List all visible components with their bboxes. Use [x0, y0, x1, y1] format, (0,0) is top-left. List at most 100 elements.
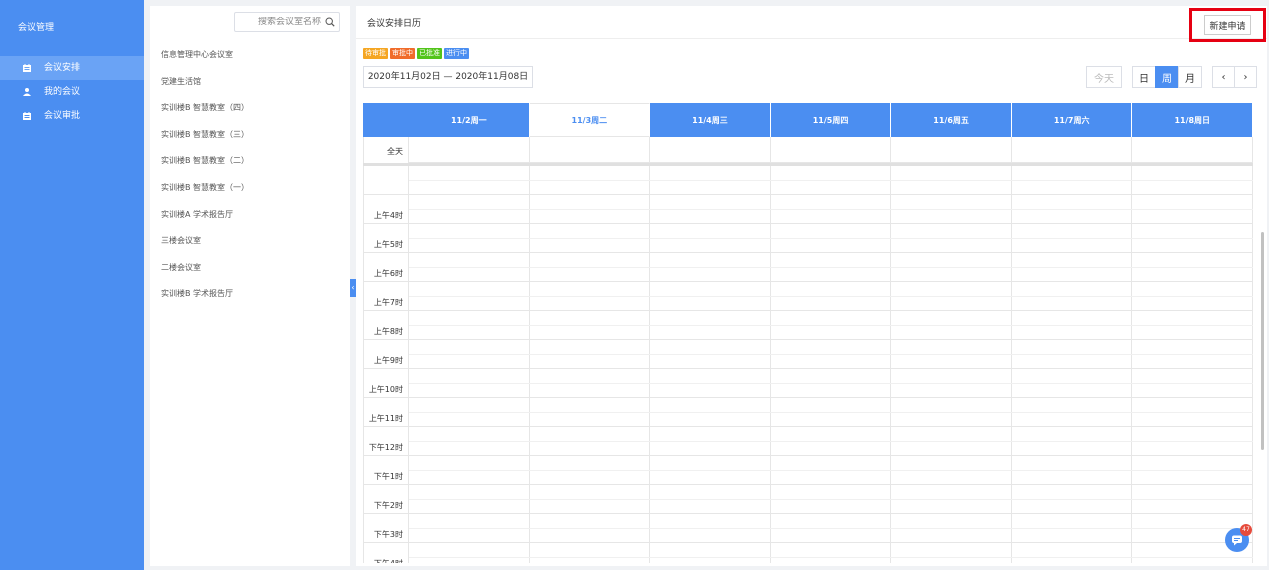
day-header-today: 11/3周二 [529, 103, 651, 137]
all-day-cell[interactable] [891, 137, 1012, 163]
half-hour-line [409, 441, 1253, 442]
date-range: 2020年11月02日 — 2020年11月08日 [363, 66, 533, 88]
chat-badge: 47 [1240, 524, 1252, 536]
time-slot-row: 下午3时 [363, 514, 1253, 543]
nav-item-meeting-approval[interactable]: 会议审批 [0, 104, 144, 128]
time-slot-row: 上午9时 [363, 340, 1253, 369]
half-hour-line [409, 383, 1253, 384]
time-label: 下午4时 [363, 543, 409, 563]
time-slot-row: 上午11时 [363, 398, 1253, 427]
time-slot-row: 上午4时 [363, 195, 1253, 224]
time-label: 下午3时 [363, 514, 409, 542]
room-item[interactable]: 实训楼B 智慧教室（四） [161, 95, 249, 122]
room-item[interactable]: 实训楼B 智慧教室（二） [161, 148, 249, 175]
view-week-button[interactable]: 周 [1155, 66, 1179, 88]
time-slot-cell[interactable] [530, 543, 651, 563]
status-badge-ongoing: 进行中 [444, 48, 469, 59]
nav-item-label: 我的会议 [44, 87, 81, 97]
all-day-row: 全天 [363, 137, 1254, 166]
calendar-header: 会议安排日历 [356, 6, 1267, 39]
new-request-button[interactable]: 新建申请 [1204, 15, 1251, 35]
calendar-scrollbar[interactable] [1261, 232, 1264, 450]
calendar-icon [22, 63, 32, 73]
all-day-cell[interactable] [1011, 137, 1133, 163]
status-badge-pending: 待审批 [363, 48, 388, 59]
nav-item-meeting-schedule[interactable]: 会议安排 [0, 56, 144, 80]
all-day-cell[interactable] [409, 137, 530, 163]
prev-button[interactable]: ‹ [1212, 66, 1235, 88]
time-slot-row [363, 166, 1253, 195]
time-slot-row: 上午8时 [363, 311, 1253, 340]
view-day-button[interactable]: 日 [1132, 66, 1156, 88]
all-day-cell[interactable] [1132, 137, 1254, 163]
half-hour-line [409, 296, 1253, 297]
time-slot-row: 上午5时 [363, 224, 1253, 253]
approval-icon [22, 111, 32, 121]
all-day-cell[interactable] [650, 137, 771, 163]
time-label [363, 166, 409, 194]
time-slot-row: 上午7时 [363, 282, 1253, 311]
time-label: 上午8时 [363, 311, 409, 339]
next-button[interactable]: › [1234, 66, 1257, 88]
time-slot-row: 下午1时 [363, 456, 1253, 485]
time-label: 下午12时 [363, 427, 409, 455]
search-icon[interactable] [325, 17, 335, 27]
room-item[interactable]: 实训楼A 学术报告厅 [161, 202, 249, 229]
time-slots: 上午4时 上午5时 上午6时 上午7时 上午8时 上午9时 上午10时 上午11时 下午12时下… [363, 166, 1253, 563]
status-badge-approved: 已批准 [417, 48, 442, 59]
room-item[interactable]: 信息管理中心会议室 [161, 42, 249, 69]
time-slot-row: 上午10时 [363, 369, 1253, 398]
time-slot-row: 下午4时 [363, 543, 1253, 563]
nav-title: 会议管理 [18, 23, 55, 33]
nav-item-label: 会议审批 [44, 111, 81, 121]
nav-item-label: 会议安排 [44, 63, 81, 73]
room-item[interactable]: 党建生活馆 [161, 69, 249, 96]
half-hour-line [409, 528, 1253, 529]
nav-item-my-meetings[interactable]: 我的会议 [0, 80, 144, 104]
room-list: 信息管理中心会议室 党建生活馆 实训楼B 智慧教室（四） 实训楼B 智慧教室（三… [161, 42, 249, 308]
chevron-left-icon: ‹ [351, 283, 355, 292]
chat-button[interactable]: 47 [1225, 524, 1252, 552]
header-corner [363, 103, 409, 137]
room-item[interactable]: 二楼会议室 [161, 255, 249, 282]
room-item[interactable]: 实训楼B 学术报告厅 [161, 281, 249, 308]
status-badge-reviewing: 审批中 [390, 48, 415, 59]
all-day-cell[interactable] [529, 137, 651, 163]
page-title: 会议安排日历 [367, 18, 422, 29]
time-label: 上午9时 [363, 340, 409, 368]
today-button[interactable]: 今天 [1086, 66, 1122, 88]
time-label: 上午5时 [363, 224, 409, 252]
half-hour-line [409, 557, 1253, 558]
room-search-input[interactable] [237, 17, 321, 27]
half-hour-line [409, 180, 1253, 181]
person-icon [22, 87, 32, 97]
time-slot-cell[interactable] [409, 543, 530, 563]
time-slot-cell[interactable] [771, 543, 892, 563]
room-search [234, 12, 340, 32]
half-hour-line [409, 499, 1253, 500]
time-slot-cell[interactable] [891, 543, 1012, 563]
room-item[interactable]: 三楼会议室 [161, 228, 249, 255]
time-slot-row: 下午12时 [363, 427, 1253, 456]
day-header: 11/6周五 [891, 103, 1012, 137]
day-header: 11/2周一 [409, 103, 530, 137]
view-month-button[interactable]: 月 [1178, 66, 1202, 88]
day-header: 11/5周四 [770, 103, 892, 137]
half-hour-line [409, 325, 1253, 326]
all-day-cell[interactable] [770, 137, 892, 163]
week-calendar-grid: 11/2周一 11/3周二 11/4周三 11/5周四 11/6周五 11/7周… [363, 103, 1254, 563]
new-request-highlight: 新建申请 [1189, 8, 1266, 42]
half-hour-line [409, 209, 1253, 210]
chevron-right-icon: › [1243, 71, 1248, 83]
time-slot-cell[interactable] [1012, 543, 1133, 563]
side-nav: 会议管理 会议安排 我的会议 会议审批 [0, 0, 144, 570]
time-label: 上午10时 [363, 369, 409, 397]
room-item[interactable]: 实训楼B 智慧教室（三） [161, 122, 249, 149]
time-slot-cell[interactable] [650, 543, 771, 563]
day-header: 11/8周日 [1132, 103, 1254, 137]
room-item[interactable]: 实训楼B 智慧教室（一） [161, 175, 249, 202]
chevron-left-icon: ‹ [1221, 71, 1226, 83]
day-header: 11/4周三 [650, 103, 771, 137]
time-slot-row: 下午2时 [363, 485, 1253, 514]
time-label: 下午2时 [363, 485, 409, 513]
